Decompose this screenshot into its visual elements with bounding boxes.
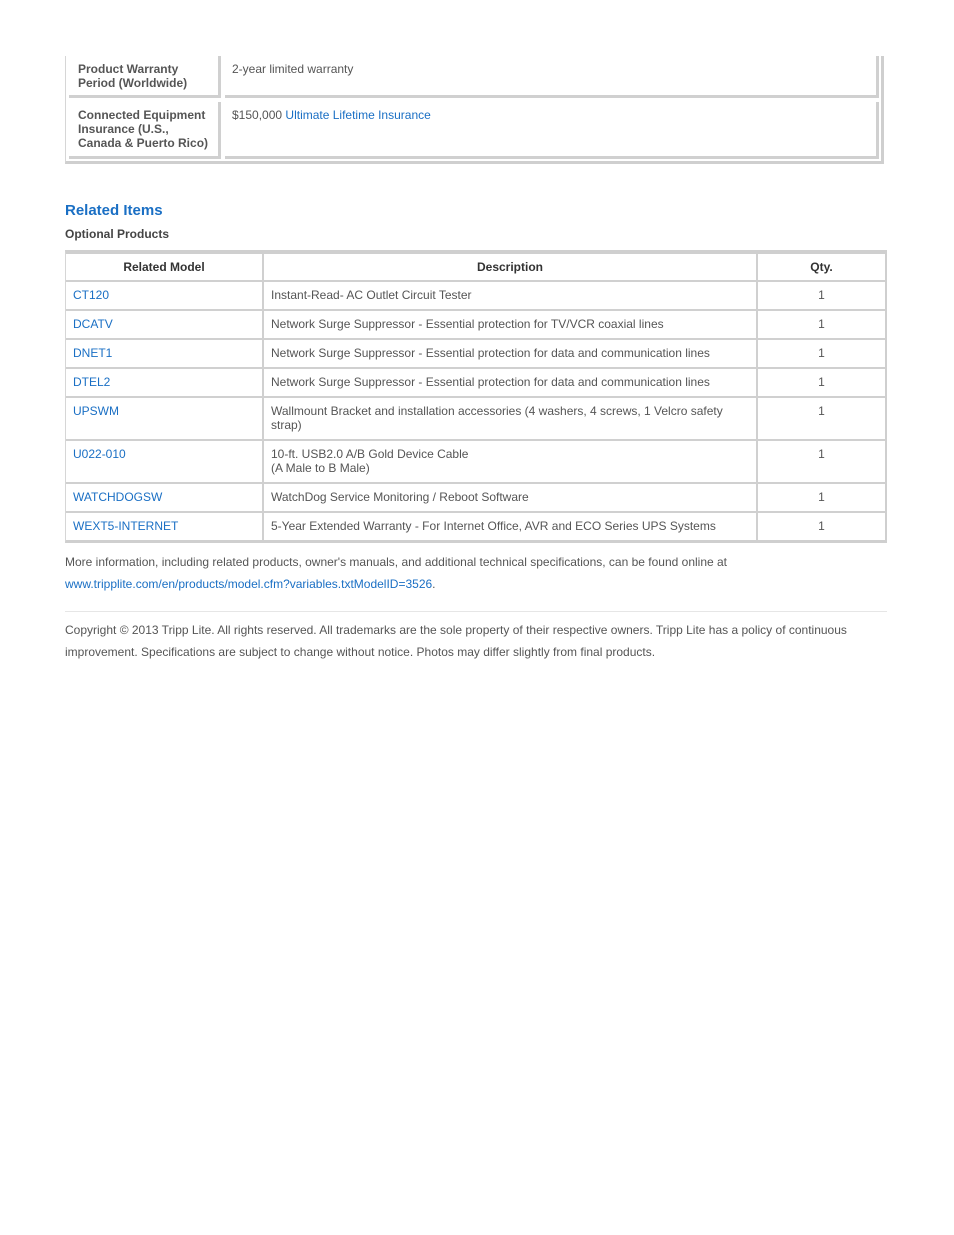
spec-table: Product Warranty Period (Worldwide) 2-ye… [65, 56, 884, 164]
more-info-suffix: . [432, 577, 436, 591]
description-cell: Wallmount Bracket and installation acces… [264, 398, 758, 441]
model-cell: DCATV [66, 311, 264, 340]
model-link[interactable]: CT120 [73, 288, 109, 302]
spec-row: Connected Equipment Insurance (U.S., Can… [69, 102, 881, 159]
model-link[interactable]: DTEL2 [73, 375, 110, 389]
qty-cell: 1 [758, 282, 885, 311]
qty-cell: 1 [758, 484, 885, 513]
spec-value: 2-year limited warranty [225, 56, 879, 98]
model-cell: DTEL2 [66, 369, 264, 398]
table-row: CT120 Instant-Read- AC Outlet Circuit Te… [66, 282, 885, 311]
model-link[interactable]: DCATV [73, 317, 113, 331]
table-row: DTEL2 Network Surge Suppressor - Essenti… [66, 369, 885, 398]
table-row: UPSWM Wallmount Bracket and installation… [66, 398, 885, 441]
model-link[interactable]: WATCHDOGSW [73, 490, 162, 504]
header-related-model: Related Model [66, 254, 264, 282]
qty-cell: 1 [758, 398, 885, 441]
model-cell: UPSWM [66, 398, 264, 441]
divider [65, 611, 887, 612]
spec-value: $150,000 Ultimate Lifetime Insurance [225, 102, 879, 159]
qty-cell: 1 [758, 311, 885, 340]
description-cell: Network Surge Suppressor - Essential pro… [264, 369, 758, 398]
description-line: (A Male to B Male) [271, 461, 370, 475]
table-row: WATCHDOGSW WatchDog Service Monitoring /… [66, 484, 885, 513]
model-link[interactable]: UPSWM [73, 404, 119, 418]
spec-value-text: 2-year limited warranty [232, 62, 354, 76]
description-cell: Network Surge Suppressor - Essential pro… [264, 311, 758, 340]
header-description: Description [264, 254, 758, 282]
model-link[interactable]: DNET1 [73, 346, 112, 360]
description-cell: Instant-Read- AC Outlet Circuit Tester [264, 282, 758, 311]
model-cell: DNET1 [66, 340, 264, 369]
description-cell: 10-ft. USB2.0 A/B Gold Device Cable (A Ma… [264, 441, 758, 484]
qty-cell: 1 [818, 519, 825, 533]
spec-value-text: $150,000 [232, 108, 283, 122]
model-cell: WATCHDOGSW [66, 484, 264, 513]
qty-cell: 1 [758, 340, 885, 369]
more-info-text: More information, including related prod… [65, 555, 728, 569]
table-row: WEXT5-INTERNET 5-Year Extended Warranty … [66, 513, 885, 540]
table-row: DNET1 Network Surge Suppressor - Essenti… [66, 340, 885, 369]
qty-cell: 1 [758, 369, 885, 398]
copyright-notice: Copyright © 2013 Tripp Lite. All rights … [65, 623, 847, 659]
related-products-table: Related Model Description Qty. CT120 Ins… [65, 250, 887, 543]
product-page-link[interactable]: www.tripplite.com/en/products/model.cfm?… [65, 577, 432, 591]
spec-label: Product Warranty Period (Worldwide) [69, 56, 221, 98]
model-cell: U022-010 [66, 441, 264, 484]
description-line: 10-ft. USB2.0 A/B Gold Device Cable [271, 447, 469, 461]
table-row: DCATV Network Surge Suppressor - Essenti… [66, 311, 885, 340]
table-row: U022-010 10-ft. USB2.0 A/B Gold Device C… [66, 441, 885, 484]
description-cell: Network Surge Suppressor - Essential pro… [264, 340, 758, 369]
model-link[interactable]: WEXT5-INTERNET [73, 519, 178, 533]
optional-products-heading: Optional Products [65, 227, 170, 241]
spec-row: Product Warranty Period (Worldwide) 2-ye… [69, 56, 881, 98]
model-cell: CT120 [66, 282, 264, 311]
qty-cell: 1 [758, 441, 885, 484]
insurance-link[interactable]: Ultimate Lifetime Insurance [285, 108, 430, 122]
header-qty: Qty. [758, 254, 885, 282]
related-items-heading: Related Items [65, 202, 163, 219]
spec-label: Connected Equipment Insurance (U.S., Can… [69, 102, 221, 159]
model-cell: WEXT5-INTERNET [66, 513, 264, 540]
table-header-row: Related Model Description Qty. [66, 254, 885, 282]
description-cell: 5-Year Extended Warranty - For Internet … [264, 513, 758, 540]
description-cell: WatchDog Service Monitoring / Reboot Sof… [264, 484, 758, 513]
model-link[interactable]: U022-010 [73, 447, 126, 461]
more-info-paragraph: More information, including related prod… [65, 551, 895, 595]
